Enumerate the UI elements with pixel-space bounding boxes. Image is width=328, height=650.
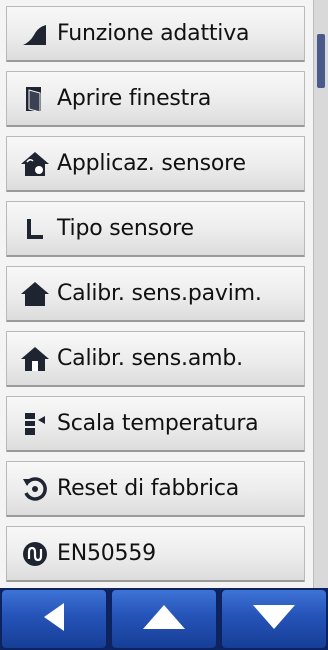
adaptive-ramp-icon (18, 17, 52, 51)
menu-item-temperature-scale[interactable]: Scala temperatura (6, 396, 305, 452)
menu-item-adaptive-function[interactable]: Funzione adattiva (6, 6, 305, 62)
menu-item-sensor-type[interactable]: Tipo sensore (6, 201, 305, 257)
menu-item-label: Scala temperatura (57, 411, 259, 436)
menu-item-label: Funzione adattiva (57, 21, 250, 46)
menu-item-room-sensor-calibration[interactable]: Calibr. sens.amb. (6, 331, 305, 387)
scrollbar-thumb[interactable] (317, 34, 325, 88)
up-arrow-icon (139, 599, 189, 639)
menu-item-en50559[interactable]: EN50559 (6, 526, 305, 582)
menu-item-open-window[interactable]: Aprire finestra (6, 71, 305, 127)
reset-icon (18, 472, 52, 506)
down-button[interactable] (220, 588, 328, 650)
menu-item-factory-reset[interactable]: Reset di fabbrica (6, 461, 305, 517)
open-window-icon (18, 82, 52, 116)
back-arrow-icon (36, 599, 72, 639)
menu-item-floor-sensor-calibration[interactable]: Calibr. sens.pavim. (6, 266, 305, 322)
back-button[interactable] (0, 588, 108, 650)
menu-item-label: Reset di fabbrica (57, 476, 240, 501)
house-sensor-icon (18, 147, 52, 181)
sensor-type-icon (18, 212, 52, 246)
temperature-scale-icon (18, 407, 52, 441)
en50559-icon (18, 537, 52, 571)
settings-menu: Funzione adattiva Aprire finestra Applic… (0, 0, 312, 588)
house-room-icon (18, 342, 52, 376)
house-floor-icon (18, 277, 52, 311)
menu-item-label: Tipo sensore (57, 216, 194, 241)
down-arrow-icon (249, 599, 299, 639)
navigation-bar (0, 588, 328, 650)
menu-item-label: Calibr. sens.amb. (57, 346, 243, 371)
menu-item-label: Calibr. sens.pavim. (57, 281, 262, 306)
menu-item-label: Aprire finestra (57, 86, 212, 111)
menu-item-label: Applicaz. sensore (57, 151, 246, 176)
menu-item-sensor-application[interactable]: Applicaz. sensore (6, 136, 305, 192)
up-button[interactable] (110, 588, 218, 650)
menu-item-label: EN50559 (57, 541, 156, 566)
scrollbar[interactable] (313, 0, 328, 588)
